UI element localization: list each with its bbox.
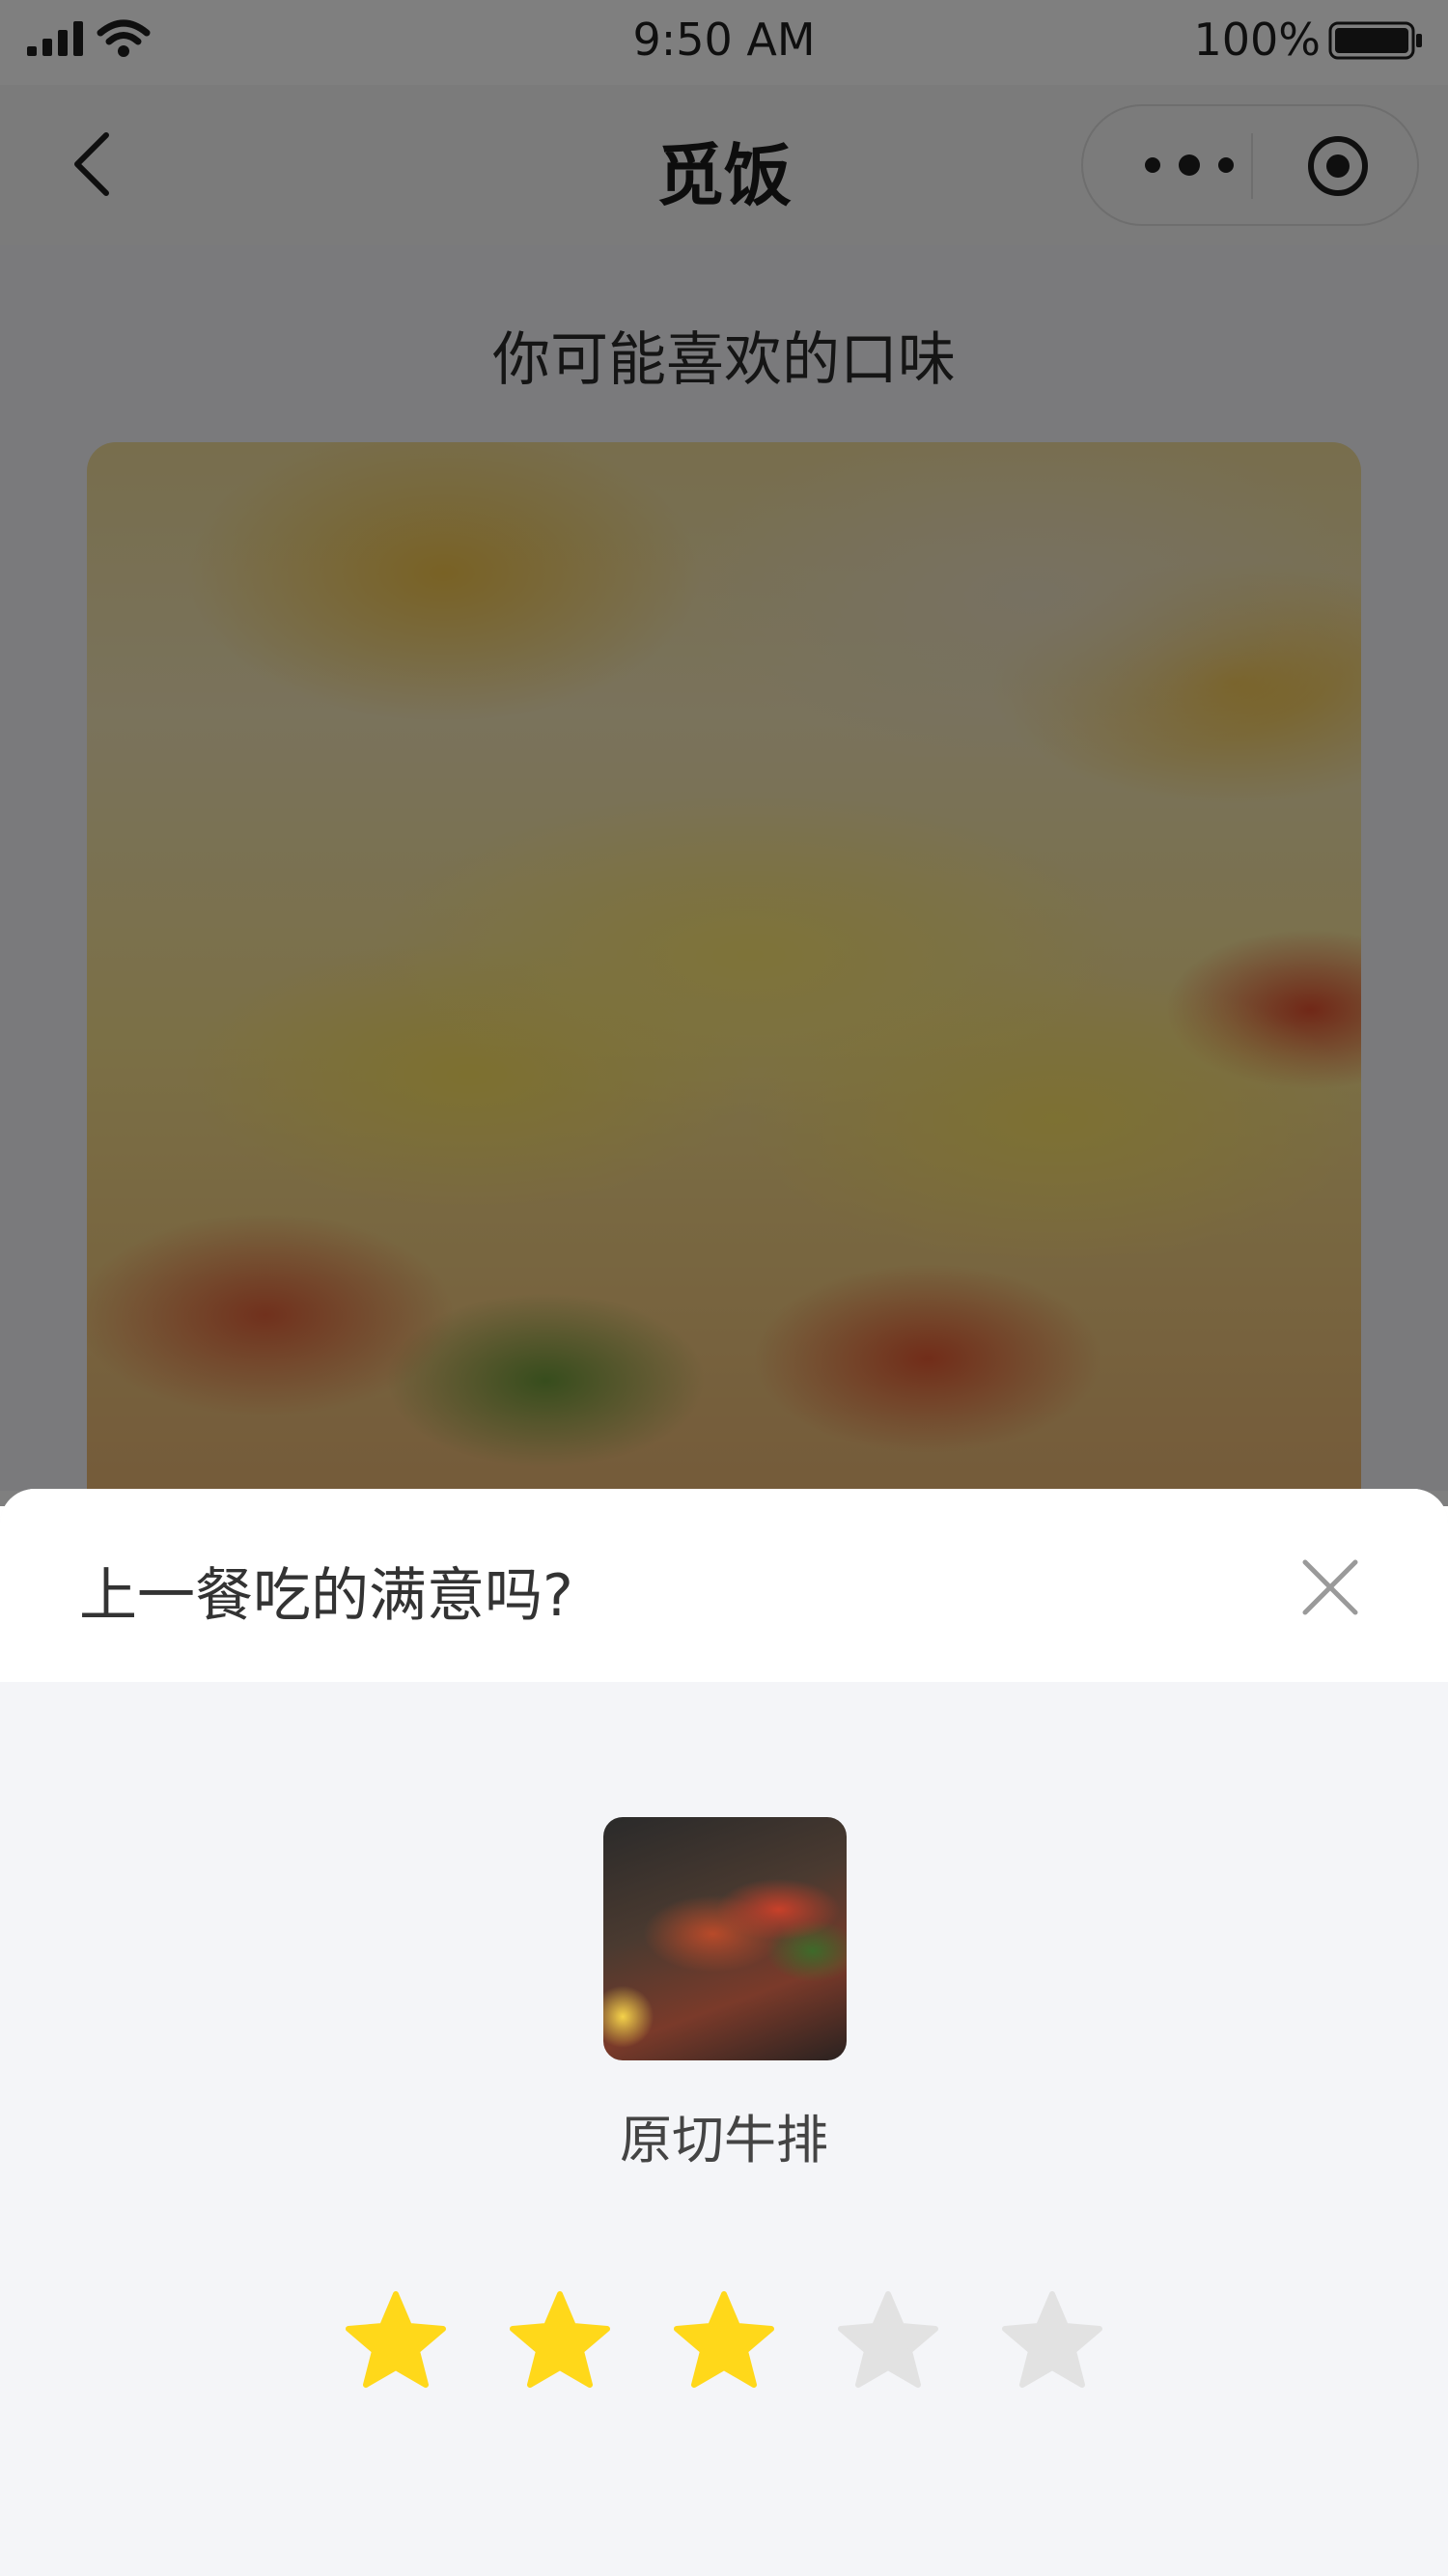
star-icon[interactable]: [835, 2288, 941, 2394]
capsule-divider: [1251, 133, 1253, 199]
battery-icon: [1328, 21, 1422, 60]
rating-sheet: 上一餐吃的满意吗? 原切牛排: [0, 1489, 1448, 2576]
star-icon[interactable]: [999, 2288, 1105, 2394]
more-dots-icon[interactable]: [1131, 138, 1247, 192]
section-title: 你可能喜欢的口味: [492, 326, 956, 394]
nav-bar: 觅饭: [0, 85, 1448, 245]
star-icon[interactable]: [671, 2288, 777, 2394]
main-content: 你可能喜欢的口味: [0, 245, 1448, 1533]
status-bar: 9:50 AM 100%: [0, 0, 1448, 85]
star-icon[interactable]: [507, 2288, 613, 2394]
star-icon[interactable]: [343, 2288, 449, 2394]
dish-image: [603, 1817, 847, 2060]
sheet-header: 上一餐吃的满意吗?: [0, 1489, 1448, 1682]
sheet-title: 上一餐吃的满意吗?: [79, 1562, 573, 1630]
food-hero-image[interactable]: [87, 442, 1361, 1533]
target-circle-icon[interactable]: [1303, 133, 1373, 199]
star-rating: [343, 2288, 1105, 2394]
battery-percent: 100%: [1193, 14, 1321, 66]
mini-program-capsule: [1081, 104, 1419, 226]
close-icon[interactable]: [1299, 1556, 1361, 1618]
dish-name: 原切牛排: [620, 2110, 828, 2170]
